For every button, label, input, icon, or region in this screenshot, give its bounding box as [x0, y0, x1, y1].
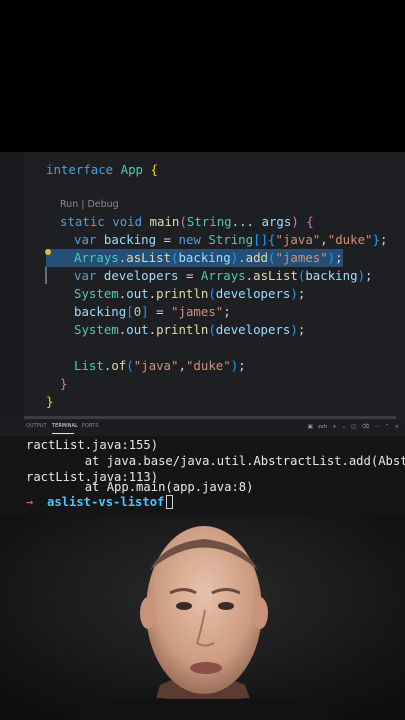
code-line-2: static void main(String... args) {: [60, 214, 314, 229]
horizontal-scrollbar[interactable]: [24, 416, 396, 419]
chevron-down-icon[interactable]: ⌄: [342, 424, 347, 430]
text-cursor: [45, 267, 47, 284]
panel-tab-bar: OUTPUT TERMINAL PORTS ▣ zsh + ⌄ ◫ ⌫ ⋯ ⌃ ×: [0, 420, 405, 436]
code-line-10: }: [60, 376, 68, 391]
code-line-4: Arrays.asList(backing).add("james");: [74, 250, 343, 265]
lightbulb-icon[interactable]: [45, 249, 51, 255]
left-eye: [176, 602, 192, 610]
mouth: [190, 662, 222, 674]
webcam-overlay: [0, 515, 405, 720]
terminal-line-1: ractList.java:155): [26, 438, 159, 452]
right-eye: [218, 602, 234, 610]
trash-icon[interactable]: ⌫: [362, 424, 370, 430]
tab-ports[interactable]: PORTS: [82, 424, 99, 429]
close-icon[interactable]: ×: [394, 424, 399, 430]
shell-label[interactable]: zsh: [318, 424, 327, 430]
terminal-cursor[interactable]: [166, 495, 173, 509]
split-icon[interactable]: ◫: [351, 424, 356, 430]
active-tab-indicator: [52, 433, 74, 434]
code-line-9: List.of("java","duke");: [74, 358, 246, 373]
prompt-arrow-icon: →: [26, 495, 34, 509]
bottom-panel: OUTPUT TERMINAL PORTS ▣ zsh + ⌄ ◫ ⌫ ⋯ ⌃ × ractLi…: [0, 420, 405, 515]
prompt-directory: aslist-vs-listof: [47, 495, 165, 509]
codelens-run-debug[interactable]: Run | Debug: [60, 198, 119, 212]
chevron-up-icon[interactable]: ⌃: [385, 424, 390, 430]
tab-output[interactable]: OUTPUT: [26, 424, 47, 429]
code-line-1: interface App {: [46, 162, 158, 177]
code-line-3: var backing = new String[]{"java","duke"…: [74, 232, 388, 247]
code-line-6: System.out.println(developers);: [74, 286, 306, 301]
panel-toolbar: ▣ zsh + ⌄ ◫ ⌫ ⋯ ⌃ ×: [303, 424, 399, 430]
more-icon[interactable]: ⋯: [374, 424, 380, 430]
presenter-video: [0, 515, 405, 720]
terminal-icon[interactable]: ▣: [308, 424, 313, 430]
video-top-background: [0, 0, 405, 152]
code-line-8: System.out.println(developers);: [74, 322, 306, 337]
code-line-7: backing[0] = "james";: [74, 304, 231, 319]
terminal-line-2: at java.base/java.util.AbstractList.add(…: [26, 454, 405, 468]
code-editor[interactable]: interface App { Run | Debug static void …: [0, 152, 405, 420]
plus-icon[interactable]: +: [332, 424, 337, 430]
editor-gutter: [0, 152, 24, 420]
code-line-5: var developers = Arrays.asList(backing);: [74, 268, 373, 283]
code-line-11: }: [46, 394, 54, 409]
terminal-line-4: at App.main(app.java:8): [26, 480, 254, 494]
tab-terminal[interactable]: TERMINAL: [52, 424, 78, 429]
